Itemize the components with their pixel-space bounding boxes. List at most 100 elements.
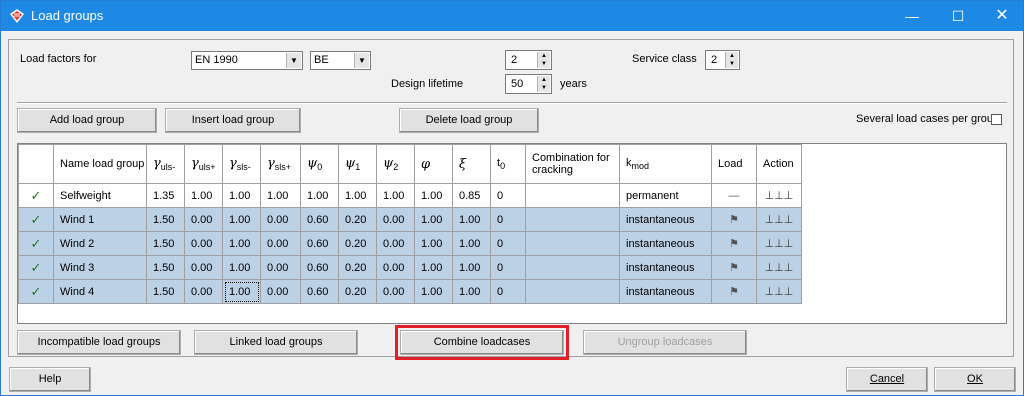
cell-g3[interactable]: 1.00	[222, 183, 261, 208]
cell-name[interactable]: Wind 2	[53, 231, 147, 256]
cell-k[interactable]: instantaneous	[619, 279, 712, 304]
cell-p0[interactable]: 0.60	[300, 279, 339, 304]
cell-p1[interactable]: 1.00	[338, 183, 377, 208]
cell-name[interactable]: Wind 4	[53, 279, 147, 304]
several-load-cases-checkbox[interactable]	[991, 114, 1002, 125]
cell-p0[interactable]: 1.00	[300, 183, 339, 208]
action-icon[interactable]: ⊥⊥⊥	[756, 207, 802, 232]
cell-xi[interactable]: 1.00	[452, 207, 491, 232]
cell-name[interactable]: Selfweight	[53, 183, 147, 208]
add-load-group-button[interactable]: Add load group	[17, 108, 157, 133]
cell-k[interactable]: permanent	[619, 183, 712, 208]
cell-g4[interactable]: 0.00	[260, 231, 301, 256]
cell-g4[interactable]: 0.00	[260, 279, 301, 304]
cell-p2[interactable]: 0.00	[376, 279, 415, 304]
cell-name[interactable]: Wind 1	[53, 207, 147, 232]
flag-icon[interactable]: ⚑	[711, 231, 757, 256]
action-icon[interactable]: ⊥⊥⊥	[756, 183, 802, 208]
cell-xi[interactable]: 1.00	[452, 255, 491, 280]
cell-g2[interactable]: 0.00	[184, 207, 223, 232]
close-button[interactable]: ✕	[979, 1, 1024, 31]
dash-icon[interactable]: —	[711, 183, 757, 208]
cell-g1[interactable]: 1.50	[146, 255, 185, 280]
flag-icon[interactable]: ⚑	[711, 255, 757, 280]
design-lifetime-field[interactable]: 50 ▲ ▼	[505, 74, 552, 94]
cell-comb[interactable]	[525, 279, 620, 304]
cell-xi[interactable]: 1.00	[452, 231, 491, 256]
cell-p1[interactable]: 0.20	[338, 255, 377, 280]
cell-phi[interactable]: 1.00	[414, 255, 453, 280]
cell-g2[interactable]: 0.00	[184, 255, 223, 280]
spin-field-a[interactable]: 2 ▲ ▼	[505, 50, 552, 70]
cell-comb[interactable]	[525, 183, 620, 208]
delete-load-group-button[interactable]: Delete load group	[399, 108, 539, 133]
cell-p2[interactable]: 0.00	[376, 255, 415, 280]
cell-phi[interactable]: 1.00	[414, 183, 453, 208]
cancel-button[interactable]: Cancel	[846, 367, 928, 392]
cell-p2[interactable]: 0.00	[376, 231, 415, 256]
cell-t[interactable]: 0	[490, 207, 526, 232]
action-icon[interactable]: ⊥⊥⊥	[756, 231, 802, 256]
linked-load-groups-button[interactable]: Linked load groups	[194, 330, 358, 355]
cell-name[interactable]: Wind 3	[53, 255, 147, 280]
cell-comb[interactable]	[525, 255, 620, 280]
cell-k[interactable]: instantaneous	[619, 231, 712, 256]
ok-button[interactable]: OK	[934, 367, 1016, 392]
cell-phi[interactable]: 1.00	[414, 207, 453, 232]
combine-loadcases-button[interactable]: Combine loadcases	[395, 325, 569, 360]
cell-g1[interactable]: 1.35	[146, 183, 185, 208]
cell-p0[interactable]: 0.60	[300, 231, 339, 256]
spin-up-icon[interactable]: ▲	[726, 52, 738, 60]
cell-t[interactable]: 0	[490, 183, 526, 208]
cell-g4[interactable]: 0.00	[260, 207, 301, 232]
cell-p0[interactable]: 0.60	[300, 207, 339, 232]
cell-g2[interactable]: 1.00	[184, 183, 223, 208]
table-row[interactable]: ✓ Wind 4 1.50 0.00 1.00 0.00 0.60 0.20 0.00 1.00 1…	[18, 279, 802, 304]
cell-p1[interactable]: 0.20	[338, 231, 377, 256]
cell-g2[interactable]: 0.00	[184, 231, 223, 256]
insert-load-group-button[interactable]: Insert load group	[165, 108, 301, 133]
incompatible-load-groups-button[interactable]: Incompatible load groups	[17, 330, 181, 355]
cell-g1[interactable]: 1.50	[146, 207, 185, 232]
cell-p0[interactable]: 0.60	[300, 255, 339, 280]
cell-t[interactable]: 0	[490, 255, 526, 280]
ungroup-loadcases-button[interactable]: Ungroup loadcases	[583, 330, 747, 355]
cell-p2[interactable]: 1.00	[376, 183, 415, 208]
cell-k[interactable]: instantaneous	[619, 207, 712, 232]
cell-phi[interactable]: 1.00	[414, 279, 453, 304]
cell-phi[interactable]: 1.00	[414, 231, 453, 256]
cell-g2[interactable]: 0.00	[184, 279, 223, 304]
spin-down-icon[interactable]: ▼	[726, 60, 738, 68]
minimize-button[interactable]: —	[889, 1, 935, 31]
cell-xi[interactable]: 0.85	[452, 183, 491, 208]
cell-comb[interactable]	[525, 207, 620, 232]
table-row[interactable]: ✓ Selfweight 1.35 1.00 1.00 1.00 1.00 1.00 1.00 1…	[18, 183, 802, 208]
spin-up-icon[interactable]: ▲	[538, 52, 550, 60]
cell-p2[interactable]: 0.00	[376, 207, 415, 232]
cell-t[interactable]: 0	[490, 279, 526, 304]
cell-p1[interactable]: 0.20	[338, 207, 377, 232]
maximize-button[interactable]: ☐	[935, 1, 981, 31]
country-select[interactable]: BE ▼	[310, 51, 371, 70]
spin-down-icon[interactable]: ▼	[538, 60, 550, 68]
spin-down-icon[interactable]: ▼	[538, 84, 550, 92]
load-groups-table[interactable]: Name load group γuls- γuls+ γsls- γsls+ …	[17, 143, 1007, 324]
cell-g3[interactable]: 1.00	[222, 279, 261, 304]
cell-g3[interactable]: 1.00	[222, 207, 261, 232]
flag-icon[interactable]: ⚑	[711, 207, 757, 232]
flag-icon[interactable]: ⚑	[711, 279, 757, 304]
cell-p1[interactable]: 0.20	[338, 279, 377, 304]
help-button[interactable]: Help	[9, 367, 91, 392]
cell-g3[interactable]: 1.00	[222, 255, 261, 280]
cell-k[interactable]: instantaneous	[619, 255, 712, 280]
cell-g3[interactable]: 1.00	[222, 231, 261, 256]
table-row[interactable]: ✓ Wind 3 1.50 0.00 1.00 0.00 0.60 0.20 0.00 1.00 1…	[18, 255, 802, 280]
cell-g4[interactable]: 0.00	[260, 255, 301, 280]
action-icon[interactable]: ⊥⊥⊥	[756, 255, 802, 280]
cell-g1[interactable]: 1.50	[146, 279, 185, 304]
action-icon[interactable]: ⊥⊥⊥	[756, 279, 802, 304]
standard-select[interactable]: EN 1990 ▼	[191, 51, 303, 70]
cell-t[interactable]: 0	[490, 231, 526, 256]
service-class-field[interactable]: 2 ▲ ▼	[705, 50, 740, 70]
cell-xi[interactable]: 1.00	[452, 279, 491, 304]
